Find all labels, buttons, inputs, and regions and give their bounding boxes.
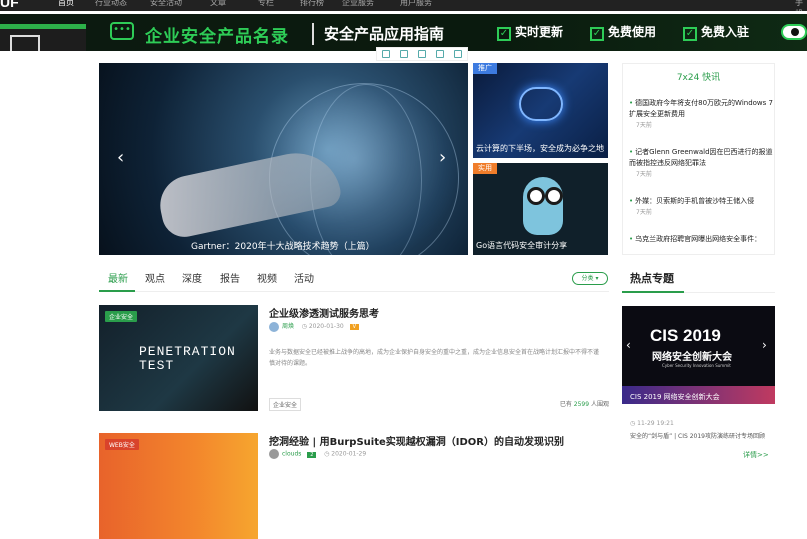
article-badge: WEB安全 xyxy=(105,439,139,450)
tab-opinion[interactable]: 观点 xyxy=(145,270,165,285)
article-category-tag[interactable]: 企业安全 xyxy=(269,398,302,411)
gopher-image xyxy=(523,177,563,235)
prev-arrow-icon[interactable]: ‹ xyxy=(626,338,631,352)
more-link[interactable]: 详情>> xyxy=(743,450,769,460)
cloud-icon xyxy=(519,87,563,121)
hot-topic-date: ◷ 11-29 19:21 xyxy=(630,420,674,427)
promo-card-go[interactable]: 实用 Go语言代码安全审计分享 xyxy=(473,163,608,255)
banner-subtitle: 安全产品应用指南 xyxy=(324,25,445,43)
bookmark-icon[interactable] xyxy=(382,50,390,58)
mail-icon xyxy=(10,35,40,51)
banner-divider xyxy=(312,23,314,45)
article-meta: clouds 2 ◷ 2020-01-29 xyxy=(269,449,366,459)
article-thumbnail[interactable]: WEB安全 xyxy=(99,433,258,539)
top-nav: UF 首页 行业动态 安全活动 文章 专栏 排行榜 企业服务 用户服务 手机 xyxy=(0,0,807,11)
card-tag: 实用 xyxy=(473,163,497,174)
card-caption[interactable]: 云计算的下半场，安全成为必争之地 xyxy=(476,143,604,154)
check-icon: ✓ xyxy=(683,27,697,41)
clock-icon: ◷ xyxy=(324,450,330,458)
nav-item-columns[interactable]: 专栏 xyxy=(258,0,274,8)
hot-topics-title: 热点专题 xyxy=(630,272,674,285)
check-icon: ✓ xyxy=(590,27,604,41)
nav-item-articles[interactable]: 文章 xyxy=(210,0,226,8)
banner-en-text: Cyber Security Innovation Summit xyxy=(662,363,731,368)
article-author[interactable]: 周焕 xyxy=(282,323,294,330)
site-logo[interactable]: UF xyxy=(0,0,19,10)
expand-icon[interactable] xyxy=(400,50,408,58)
banner-cn-text: 网络安全创新大会 xyxy=(652,352,732,363)
avatar[interactable] xyxy=(269,449,279,459)
news-flash-item[interactable]: 乌克兰政府招聘官网曝出网络安全事件： xyxy=(629,234,773,245)
nav-item-user[interactable]: 用户服务 xyxy=(400,0,432,8)
banner-title: 企业安全产品名录 xyxy=(145,27,289,47)
article-author[interactable]: clouds xyxy=(282,451,301,458)
banner-caption[interactable]: CIS 2019 网络安全创新大会 xyxy=(630,392,720,402)
card-tag: 推广 xyxy=(473,63,497,74)
avatar[interactable] xyxy=(269,321,279,332)
ad-toolbar xyxy=(376,47,468,61)
banner-big-text: CIS 2019 xyxy=(650,326,721,345)
news-flash-item[interactable]: 外媒：贝索斯的手机曾被沙特王储入侵 7天前 xyxy=(629,196,773,216)
article-item[interactable]: WEB安全 挖洞经验 | 用BurpSuite实现越权漏洞（IDOR）的自动发现… xyxy=(99,433,609,539)
nav-item-mobile[interactable]: 手机 xyxy=(795,0,807,11)
article-meta: 周焕 ◷ 2020-01-30 V xyxy=(269,321,360,332)
tab-depth[interactable]: 深度 xyxy=(182,270,202,285)
level-badge: V xyxy=(349,324,360,330)
tab-underline xyxy=(99,290,135,292)
article-title[interactable]: 企业级渗透测试服务思考 xyxy=(269,305,379,320)
nav-item-ranking[interactable]: 排行榜 xyxy=(300,0,324,8)
nav-item-news[interactable]: 行业动态 xyxy=(95,0,127,8)
tab-report[interactable]: 报告 xyxy=(220,270,240,285)
news-flash-item[interactable]: 记者Glenn Greenwald因在巴西进行的报道而被指控违反网络犯罪法 7天… xyxy=(629,147,773,178)
banner-feature-free-use: ✓ 免费使用 xyxy=(590,23,656,41)
article-excerpt: 业务与数据安全已经被推上战争的高地，成为企业保护自身安全的重中之重，成为企业信息… xyxy=(269,349,600,367)
hot-topics-underline xyxy=(622,291,775,293)
article-date: 2020-01-30 xyxy=(308,323,344,330)
news-flash-item[interactable]: 德国政府今年将支付80万欧元的Windows 7 扩展安全更新费用 7天前 xyxy=(629,98,773,129)
hero-caption[interactable]: Gartner：2020年十大战略技术趋势（上篇） xyxy=(191,239,375,252)
clock-icon: ◷ xyxy=(301,323,307,330)
news-flash-title: 7x24 快讯 xyxy=(676,73,721,83)
banner-strip xyxy=(0,24,86,29)
thumbnail-text: PENETRATION TEST xyxy=(139,344,236,373)
next-arrow-icon[interactable]: › xyxy=(762,338,767,352)
hot-topic-desc[interactable]: 安全的“剑与盾” | CIS 2019攻防演练研讨专场回顾 xyxy=(630,432,770,442)
hero-slider[interactable]: ‹ › Gartner：2020年十大战略技术趋势（上篇） xyxy=(99,63,468,255)
article-thumbnail[interactable]: 企业安全 PENETRATION TEST xyxy=(99,305,258,411)
article-views: 已有 2599 人围观 xyxy=(559,401,609,408)
card-caption[interactable]: Go语言代码安全审计分享 xyxy=(476,240,567,251)
category-filter[interactable]: 分类 ▾ xyxy=(572,272,608,285)
tab-activity[interactable]: 活动 xyxy=(294,270,314,285)
nav-item-home[interactable]: 首页 xyxy=(58,0,74,8)
ad-banner[interactable]: ••• 企业安全产品名录 安全产品应用指南 ✓ 实时更新 ✓ 免费使用 ✓ 免费入驻 xyxy=(0,14,807,51)
hot-topic-banner[interactable]: ‹ › CIS 2019 网络安全创新大会 Cyber Security Inn… xyxy=(622,306,775,404)
article-tabs: 最新 观点 深度 报告 视频 活动 分类 ▾ xyxy=(99,270,609,292)
tab-video[interactable]: 视频 xyxy=(257,270,277,285)
banner-feature-free-join: ✓ 免费入驻 xyxy=(683,23,749,41)
save-icon[interactable] xyxy=(418,50,426,58)
check-icon: ✓ xyxy=(497,27,511,41)
article-date: 2020-01-29 xyxy=(331,450,367,458)
banner-left-block xyxy=(0,24,86,51)
promo-card-cloud[interactable]: 推广 云计算的下半场，安全成为必争之地 xyxy=(473,63,608,158)
article-item[interactable]: 企业安全 PENETRATION TEST 企业级渗透测试服务思考 周焕 ◷ 2… xyxy=(99,305,609,411)
eye-icon xyxy=(781,24,807,40)
level-badge: 2 xyxy=(307,451,317,458)
news-flash-panel: 7x24 快讯 德国政府今年将支付80万欧元的Windows 7 扩展安全更新费… xyxy=(622,63,775,255)
share-icon[interactable] xyxy=(436,50,444,58)
nav-item-enterprise[interactable]: 企业服务 xyxy=(342,0,374,8)
chat-icon: ••• xyxy=(110,22,134,40)
nav-item-events[interactable]: 安全活动 xyxy=(150,0,182,8)
article-title[interactable]: 挖洞经验 | 用BurpSuite实现越权漏洞（IDOR）的自动发现识别 xyxy=(269,433,564,448)
tab-latest[interactable]: 最新 xyxy=(108,270,128,285)
prev-arrow-icon[interactable]: ‹ xyxy=(117,147,124,168)
banner-feature-realtime: ✓ 实时更新 xyxy=(497,23,563,41)
clock-icon: ◷ xyxy=(630,420,636,427)
next-arrow-icon[interactable]: › xyxy=(439,147,446,168)
article-badge: 企业安全 xyxy=(105,311,138,322)
settings-icon[interactable] xyxy=(454,50,462,58)
